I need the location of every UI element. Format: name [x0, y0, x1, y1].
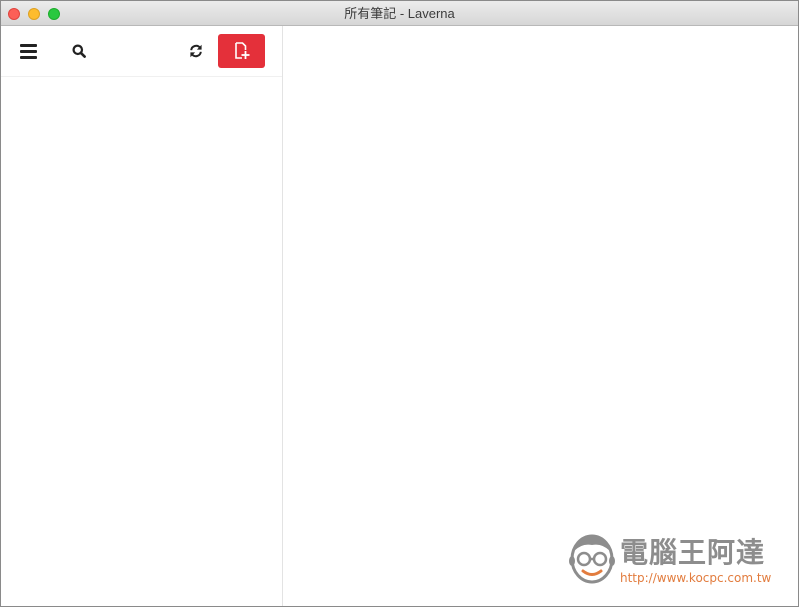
note-content-area — [283, 26, 798, 606]
notes-sidebar — [1, 26, 283, 606]
sync-icon — [190, 44, 202, 58]
watermark-name: 電腦王阿達 — [620, 536, 766, 569]
search-button[interactable] — [65, 37, 93, 65]
title-bar[interactable]: 所有筆記 - Laverna — [1, 1, 798, 26]
menu-button[interactable] — [13, 37, 43, 65]
sidebar-toolbar — [1, 26, 282, 77]
window-title: 所有筆記 - Laverna — [344, 6, 455, 21]
search-icon — [72, 44, 86, 58]
watermark-url: http://www.kocpc.com.tw — [620, 571, 772, 585]
mascot-face-icon — [569, 534, 615, 584]
sync-button[interactable] — [182, 37, 210, 65]
new-note-icon — [234, 42, 249, 59]
new-note-button[interactable] — [218, 34, 265, 68]
hamburger-menu-icon — [19, 43, 37, 59]
watermark-logo: 電腦王阿達 http://www.kocpc.com.tw — [562, 527, 784, 591]
app-window: 所有筆記 - Laverna — [0, 0, 799, 607]
